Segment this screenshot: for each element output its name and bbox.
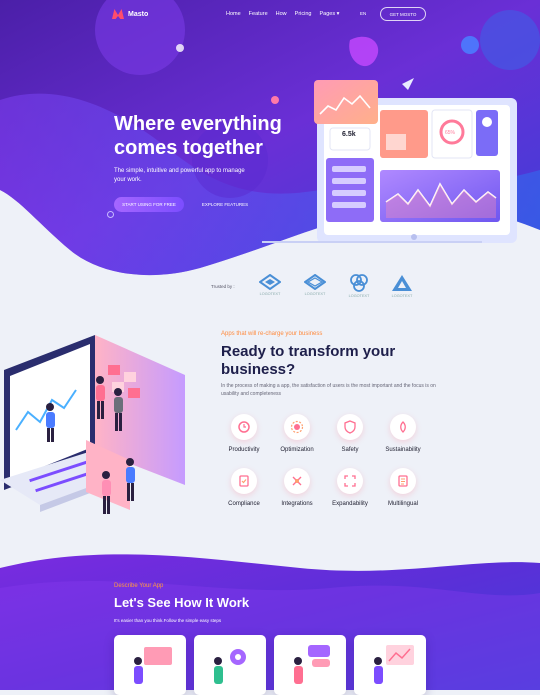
brand-logo[interactable]: Masto <box>112 9 148 19</box>
nav-link-home[interactable]: Home <box>226 11 241 17</box>
chat-illustration <box>294 645 330 684</box>
get-mosto-button[interactable]: GET MOSTO <box>380 7 426 21</box>
partner-logo-3: LOGOTEXT <box>341 274 377 302</box>
section-description: In the process of making a app, the sati… <box>221 383 436 397</box>
percent-value: 65% <box>445 130 456 136</box>
diamond-logo-icon <box>259 274 281 290</box>
settings-illustration <box>214 649 246 684</box>
feature-label: Sustainability <box>385 447 421 453</box>
language-selector[interactable]: EN <box>360 11 366 16</box>
how-section-background <box>0 554 540 690</box>
logo-text: LOGOTEXT <box>348 294 370 298</box>
feature-productivity[interactable]: Productivity <box>214 414 274 453</box>
section-title: Ready to transform your business? <box>221 343 396 378</box>
sustainability-icon <box>390 414 416 440</box>
step-card-1[interactable] <box>114 635 186 695</box>
step-card-3[interactable] <box>274 635 346 695</box>
diamond-logo-icon <box>304 274 326 290</box>
how-subtitle: It's easier than you think.Follow the si… <box>114 618 222 623</box>
knot-logo-icon <box>350 274 368 292</box>
expandability-icon <box>337 468 363 494</box>
feature-label: Expandability <box>332 501 368 507</box>
nav-link-pricing[interactable]: Pricing <box>295 11 312 17</box>
brand-name: Masto <box>128 10 149 18</box>
explore-features-button[interactable]: EXPLORE FEATURES <box>192 197 258 212</box>
how-eyebrow: Describe Your App <box>114 583 164 589</box>
presenter-illustration <box>134 647 172 684</box>
feature-label: Optimization <box>280 447 314 453</box>
feature-expandability[interactable]: Expandability <box>320 468 380 507</box>
how-title: Let's See How It Work <box>114 595 250 610</box>
feature-label: Safety <box>341 447 359 453</box>
section-eyebrow: Apps that will re-charge your business <box>221 331 323 337</box>
feature-label: Integrations <box>281 501 313 507</box>
nav-link-how[interactable]: How <box>276 11 287 17</box>
partner-logo-1: LOGOTEXT <box>252 274 288 302</box>
hero-subtitle: The simple, intuitive and powerful app t… <box>114 168 245 183</box>
step-card-4[interactable] <box>354 635 426 695</box>
feature-integrations[interactable]: Integrations <box>267 468 327 507</box>
logo-text: LOGOTEXT <box>304 292 326 296</box>
analytics-illustration <box>374 645 414 684</box>
logo-text: LOGOTEXT <box>391 294 413 298</box>
hero-dot-decoration <box>107 211 114 218</box>
stat-value: 6.5k <box>342 131 356 138</box>
feature-multilingual[interactable]: Multilingual <box>373 468 433 507</box>
feature-label: Compliance <box>228 501 260 507</box>
nav-link-pages[interactable]: Pages ▾ <box>319 11 339 17</box>
feature-safety[interactable]: Safety <box>320 414 380 453</box>
triangle-logo-icon <box>392 275 412 291</box>
feature-label: Productivity <box>228 447 260 453</box>
nav-link-feature[interactable]: Feature <box>249 11 268 17</box>
feature-compliance[interactable]: Compliance <box>214 468 274 507</box>
step-card-2[interactable] <box>194 635 266 695</box>
feature-label: Multilingual <box>387 501 418 507</box>
logo-text: LOGOTEXT <box>259 292 281 296</box>
partner-logo-4: LOGOTEXT <box>384 274 420 302</box>
shield-icon <box>337 414 363 440</box>
multilingual-icon <box>390 468 416 494</box>
feature-optimization[interactable]: Optimization <box>267 414 327 453</box>
dashboard-illustration: 6.5k 65% <box>262 78 517 243</box>
productivity-icon <box>231 414 257 440</box>
integrations-icon <box>284 468 310 494</box>
trusted-label: Trusted by : <box>211 284 235 289</box>
logo-icon <box>112 9 124 19</box>
optimization-icon <box>284 414 310 440</box>
feature-sustainability[interactable]: Sustainability <box>373 414 433 453</box>
partner-logo-2: LOGOTEXT <box>297 274 333 302</box>
team-illustration <box>0 335 185 514</box>
main-nav: Home Feature How Pricing Pages ▾ <box>226 11 339 17</box>
start-free-button[interactable]: START USING FOR FREE <box>114 197 184 212</box>
compliance-icon <box>231 468 257 494</box>
